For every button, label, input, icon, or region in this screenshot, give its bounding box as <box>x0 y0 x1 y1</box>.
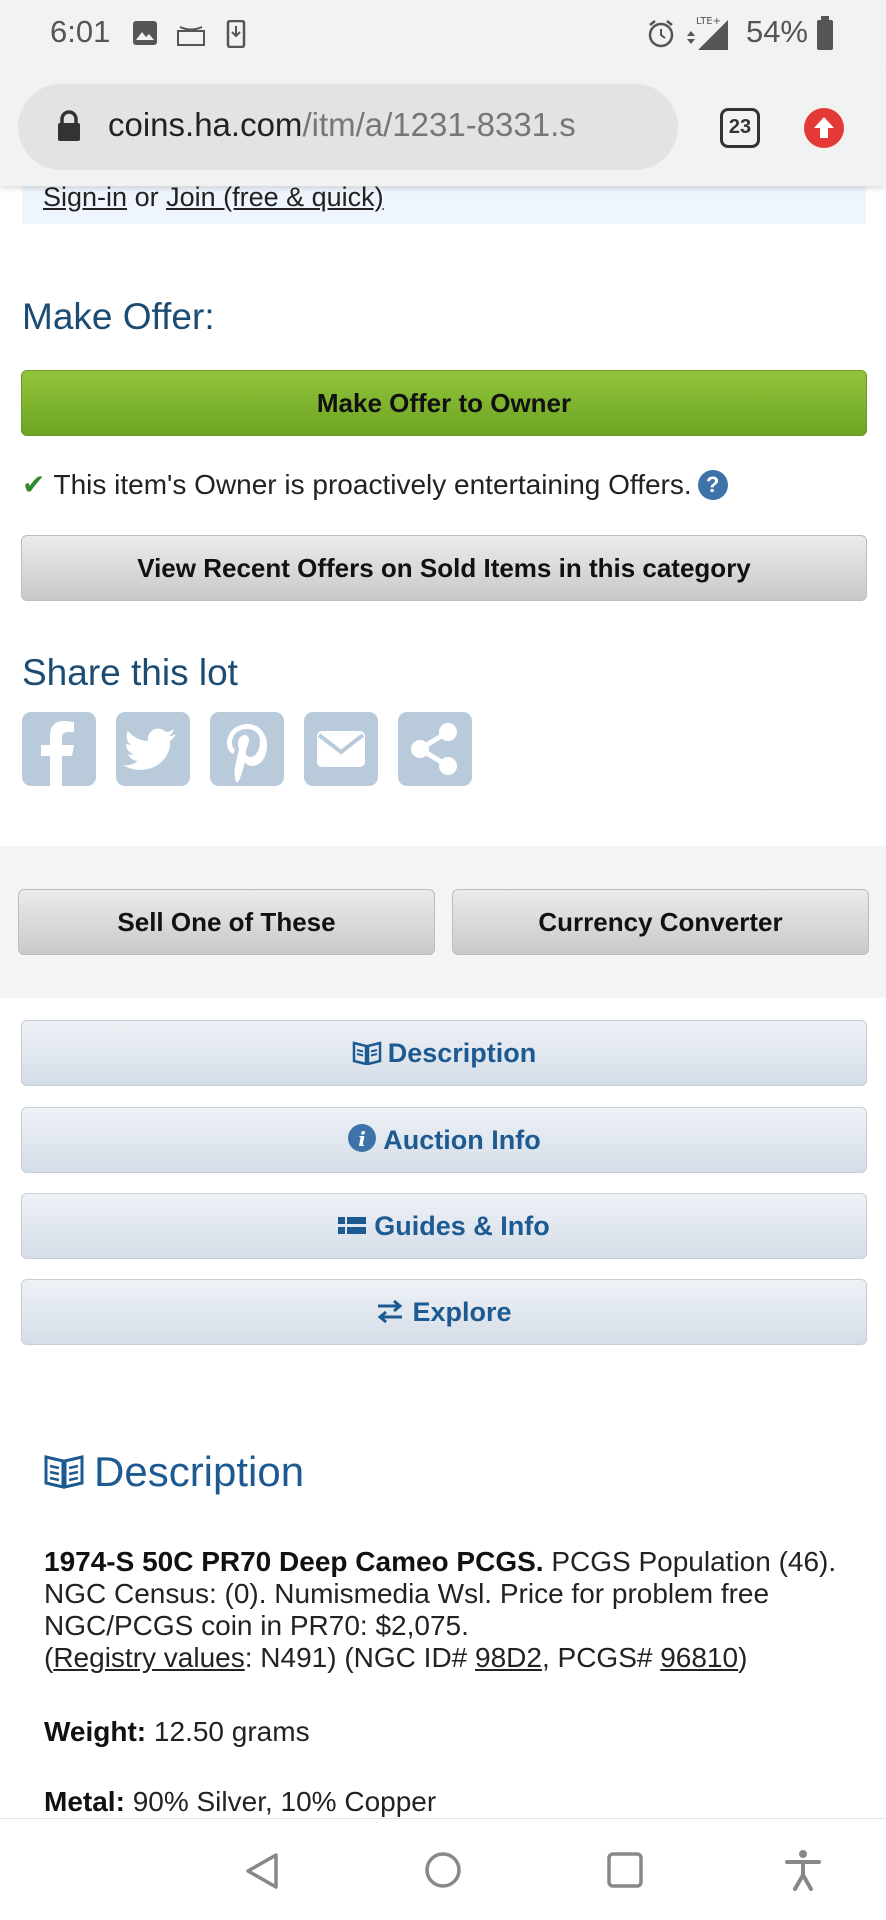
email-icon <box>317 731 365 767</box>
lte-signal-icon: LTE+ <box>687 16 728 50</box>
join-link[interactable]: Join (free & quick) <box>166 182 384 212</box>
weight-row: Weight: 12.50 grams <box>44 1716 854 1748</box>
share-icon <box>411 723 457 775</box>
accordion-guides-button[interactable]: Guides & Info <box>21 1193 867 1259</box>
weight-value: 12.50 grams <box>153 1716 310 1747</box>
registry-value: : N491) (NGC ID# <box>244 1642 476 1673</box>
arrow-up-icon <box>814 117 834 138</box>
grid-icon <box>338 1217 367 1234</box>
metal-value: 90% Silver, 10% Copper <box>132 1786 437 1817</box>
description-heading: Description <box>44 1448 304 1496</box>
facebook-icon <box>41 721 74 786</box>
description-heading-text: Description <box>94 1448 305 1495</box>
share-facebook-button[interactable] <box>22 712 96 786</box>
signin-or-text: or <box>134 182 159 212</box>
share-email-button[interactable] <box>304 712 378 786</box>
paren-close: ) <box>738 1642 748 1673</box>
view-recent-offers-button[interactable]: View Recent Offers on Sold Items in this… <box>21 535 867 601</box>
pcgs-text: , PCGS# <box>541 1642 661 1673</box>
recents-icon[interactable] <box>606 1851 644 1889</box>
status-bar: 6:01 LTE+ 54% <box>0 0 886 70</box>
metal-label: Metal: <box>44 1786 125 1817</box>
accordion-description-label: Description <box>387 1038 537 1068</box>
sell-one-button[interactable]: Sell One of These <box>18 889 435 955</box>
accessibility-icon[interactable] <box>784 1849 822 1891</box>
book-icon <box>44 1455 84 1489</box>
offer-note-text: This item's Owner is proactively enterta… <box>53 469 692 500</box>
alarm-icon <box>648 20 674 48</box>
registry-values-link[interactable]: Registry values <box>53 1642 244 1673</box>
offer-note: ✔ This item's Owner is proactively entert… <box>22 468 728 501</box>
weight-label: Weight: <box>44 1716 147 1747</box>
browser-toolbar: coins.ha.com/itm/a/1231-8331.s 23 <box>0 70 886 186</box>
url-bar[interactable]: coins.ha.com/itm/a/1231-8331.s <box>18 84 678 170</box>
help-icon[interactable]: ? <box>697 470 728 500</box>
status-time: 6:01 <box>50 14 111 49</box>
description-title: 1974-S 50C PR70 Deep Cameo PCGS. <box>44 1546 544 1577</box>
back-icon[interactable] <box>244 1851 280 1891</box>
accordion-description-button[interactable]: Description <box>21 1020 867 1086</box>
lock-icon <box>58 110 80 141</box>
update-button[interactable] <box>804 108 844 148</box>
share-generic-button[interactable] <box>398 712 472 786</box>
pinterest-icon <box>227 724 267 782</box>
swap-arrows-icon <box>378 1299 403 1324</box>
amazon-icon <box>177 26 205 46</box>
info-icon: i <box>348 1124 377 1152</box>
accordion-explore-button[interactable]: Explore <box>21 1279 867 1345</box>
accordion-auction-info-label: Auction Info <box>383 1125 541 1155</box>
home-icon[interactable] <box>424 1851 462 1889</box>
description-text: 1974-S 50C PR70 Deep Cameo PCGS. PCGS Po… <box>44 1546 854 1674</box>
pcgs-link[interactable]: 96810 <box>660 1642 738 1673</box>
signin-link[interactable]: Sign-in <box>43 182 127 212</box>
image-icon <box>133 21 157 45</box>
share-twitter-button[interactable] <box>116 712 190 786</box>
check-icon: ✔ <box>22 469 46 500</box>
svg-text:LTE+: LTE+ <box>696 16 721 27</box>
metal-row: Metal: 90% Silver, 10% Copper <box>44 1786 854 1818</box>
ngc-id-link[interactable]: 98D2 <box>475 1642 542 1673</box>
signin-banner: Sign-in or Join (free & quick) <box>22 180 866 224</box>
book-icon <box>352 1041 381 1066</box>
url-text[interactable]: coins.ha.com/itm/a/1231-8331.s <box>108 106 663 144</box>
accordion-guides-label: Guides & Info <box>374 1211 550 1241</box>
twitter-icon <box>123 728 176 770</box>
share-pinterest-button[interactable] <box>210 712 284 786</box>
paren-open: ( <box>44 1642 54 1673</box>
battery-icon <box>817 16 833 50</box>
accordion-auction-info-button[interactable]: i Auction Info <box>21 1107 867 1173</box>
tab-switcher-button[interactable]: 23 <box>720 108 760 148</box>
currency-converter-button[interactable]: Currency Converter <box>452 889 869 955</box>
battery-percent: 54% <box>745 14 808 49</box>
download-icon <box>226 20 246 48</box>
accordion-explore-label: Explore <box>412 1297 512 1327</box>
make-offer-heading: Make Offer: <box>22 296 215 337</box>
svg-text:i: i <box>358 1127 366 1151</box>
android-nav-bar <box>0 1818 886 1920</box>
make-offer-button[interactable]: Make Offer to Owner <box>21 370 867 436</box>
share-heading: Share this lot <box>22 652 238 693</box>
